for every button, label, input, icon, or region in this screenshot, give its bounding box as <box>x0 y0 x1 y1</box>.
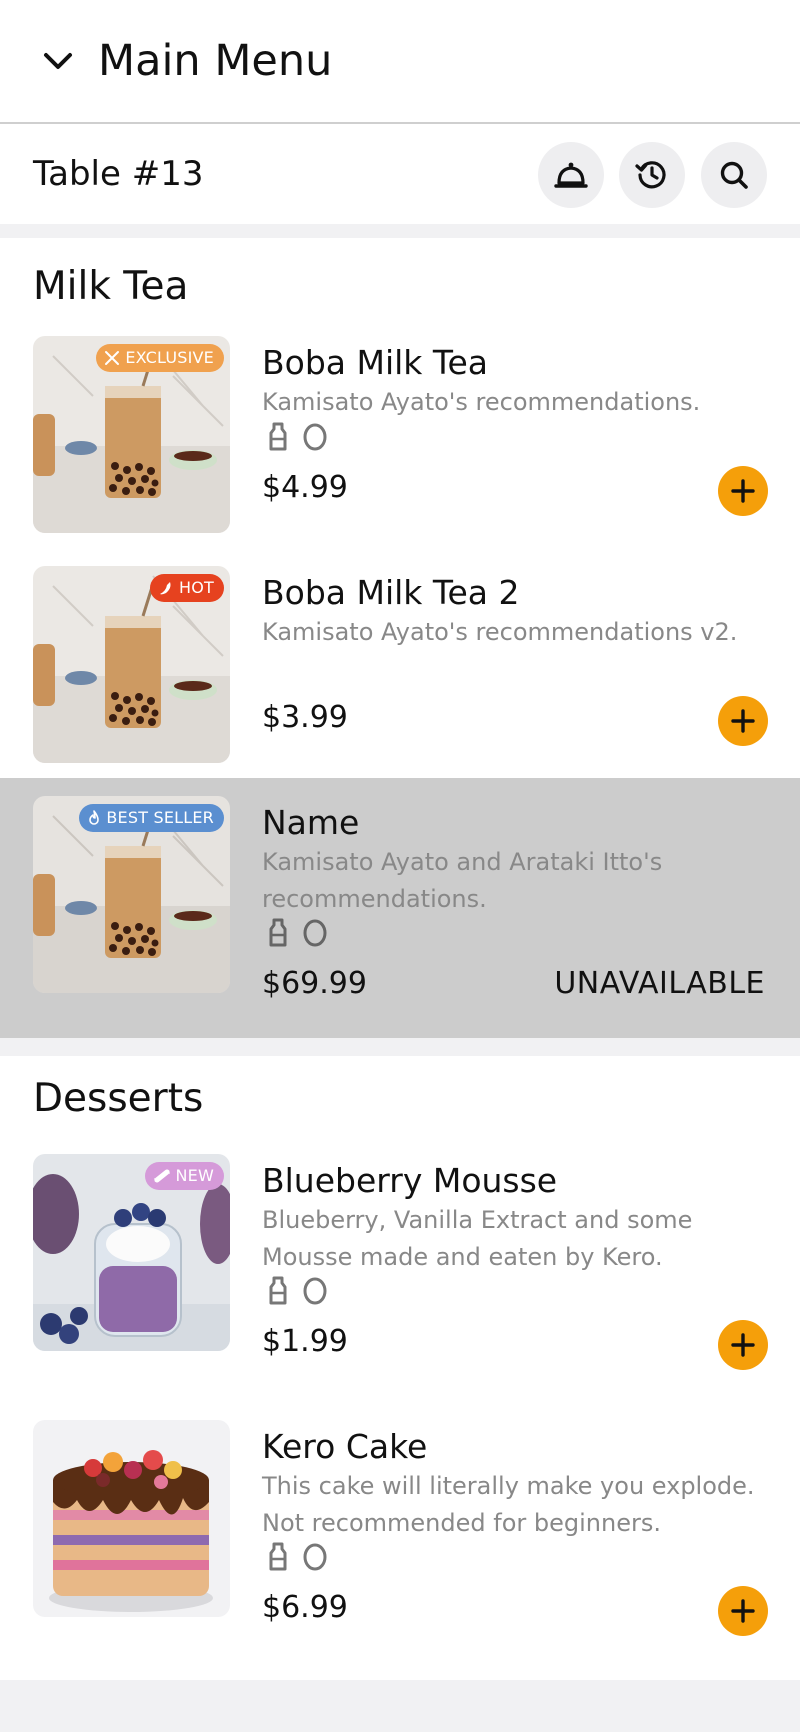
menu-item[interactable]: Kero Cake This cake will literally make … <box>0 1398 800 1666</box>
history-icon <box>635 161 666 189</box>
search-icon <box>720 161 748 189</box>
hot-badge: HOT <box>150 574 224 602</box>
drop-icon <box>303 1277 327 1305</box>
item-name: Kero Cake <box>262 1427 428 1466</box>
badge-label: BEST SELLER <box>106 808 214 827</box>
bottle-icon <box>269 1542 287 1571</box>
item-name: Blueberry Mousse <box>262 1161 558 1200</box>
drop-icon <box>303 423 327 451</box>
item-description: Blueberry, Vanilla Extract and some Mous… <box>262 1206 693 1271</box>
bottom-spacer <box>0 1680 800 1732</box>
candy-icon <box>153 1169 170 1183</box>
item-price: $6.99 <box>262 1590 348 1625</box>
bottle-icon <box>269 422 287 451</box>
item-price: $4.99 <box>262 470 348 505</box>
table-number: Table #13 <box>33 154 204 194</box>
item-image: HOT <box>33 566 230 763</box>
item-description: Kamisato Ayato's recommendations. <box>262 388 701 416</box>
item-name: Boba Milk Tea <box>262 343 488 382</box>
section-divider <box>0 1038 800 1056</box>
item-price: $1.99 <box>262 1324 348 1359</box>
menu-item[interactable]: HOT Boba Milk Tea 2 Kamisato Ayato's rec… <box>0 548 800 778</box>
search-button[interactable] <box>701 142 767 208</box>
menu-item[interactable]: NEW Blueberry Mousse Blueberry, Vanilla … <box>0 1130 800 1398</box>
drop-icon <box>303 1543 327 1571</box>
call-waiter-button[interactable] <box>538 142 604 208</box>
service-bell-icon <box>554 162 588 188</box>
section-divider <box>0 224 800 238</box>
item-price: $69.99 <box>262 966 367 1001</box>
badge-label: NEW <box>175 1166 214 1185</box>
item-description: Kamisato Ayato and Arataki Itto's recomm… <box>262 848 663 913</box>
item-image <box>33 1420 230 1617</box>
utensils-crossed-icon <box>105 351 120 365</box>
flame-icon <box>89 810 100 825</box>
page-title: Main Menu <box>98 36 333 86</box>
item-name: Boba Milk Tea 2 <box>262 573 520 612</box>
drop-icon <box>303 919 327 947</box>
chevron-down-icon[interactable] <box>40 44 76 80</box>
chili-icon <box>160 582 171 595</box>
section-title-milk-tea: Milk Tea <box>33 264 189 309</box>
menu-item[interactable]: EXCLUSIVE Boba Milk Tea Kamisato Ayato's… <box>0 318 800 548</box>
add-to-cart-button[interactable] <box>718 1586 768 1636</box>
order-history-button[interactable] <box>619 142 685 208</box>
bottle-icon <box>269 1276 287 1305</box>
add-to-cart-button[interactable] <box>718 696 768 746</box>
item-image: EXCLUSIVE <box>33 336 230 533</box>
plus-icon <box>731 1599 755 1623</box>
plus-icon <box>731 709 755 733</box>
plus-icon <box>731 479 755 503</box>
menu-item-unavailable: BEST SELLER Name Kamisato Ayato and Arat… <box>0 778 800 1038</box>
add-to-cart-button[interactable] <box>718 1320 768 1370</box>
header: Main Menu <box>0 0 800 124</box>
badge-label: EXCLUSIVE <box>125 348 214 367</box>
exclusive-badge: EXCLUSIVE <box>96 344 224 372</box>
add-to-cart-button[interactable] <box>718 466 768 516</box>
item-attributes <box>268 422 328 452</box>
badge-label: HOT <box>179 578 214 597</box>
item-description: This cake will literally make you explod… <box>262 1472 755 1537</box>
unavailable-label: UNAVAILABLE <box>554 966 765 1001</box>
item-attributes <box>268 1542 328 1572</box>
section-title-desserts: Desserts <box>33 1076 204 1121</box>
item-image: NEW <box>33 1154 230 1351</box>
item-image: BEST SELLER <box>33 796 230 993</box>
bottle-icon <box>269 918 287 947</box>
item-attributes <box>268 1276 328 1306</box>
best-seller-badge: BEST SELLER <box>79 804 224 832</box>
plus-icon <box>731 1333 755 1357</box>
item-name: Name <box>262 803 360 842</box>
item-price: $3.99 <box>262 700 348 735</box>
item-description: Kamisato Ayato's recommendations v2. <box>262 618 738 646</box>
item-attributes <box>268 918 328 948</box>
new-badge: NEW <box>144 1162 224 1190</box>
